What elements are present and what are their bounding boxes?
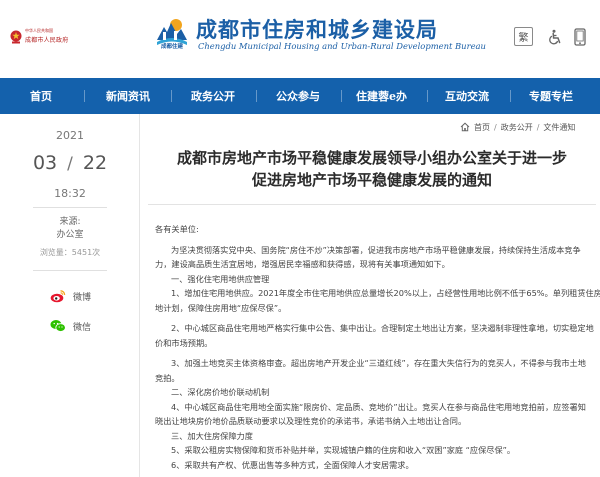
main-nav: 首页 新闻资讯 政务公开 公众参与 住建蓉e办 互动交流 专题专栏	[0, 78, 600, 114]
paragraph: 晓出让地块房价地价品质联动要求以及理性竞价的承诺书，承诺书纳入土地出让合同。	[155, 416, 467, 426]
gov-name-small: 中华人民共和国	[25, 28, 53, 33]
paragraph: 5、采取公租房实物保障和货币补贴并举，实现城镇户籍的住房和收入“双困”家庭 “应…	[171, 445, 516, 455]
date-slash: /	[67, 154, 73, 174]
nav-divider	[510, 90, 511, 102]
article-title: 成都市房地产市场平稳健康发展领导小组办公室关于进一步 促进房地产市场平稳健康发展…	[148, 147, 596, 191]
mobile-phone-icon	[573, 27, 586, 46]
share-wechat-button[interactable]: 微信	[50, 319, 91, 333]
section-heading: 二、深化房价地价联动机制	[171, 387, 270, 397]
view-count: 浏览量：5451次	[39, 248, 101, 257]
breadcrumb: 首页 / 政务公开 / 文件通知	[460, 121, 575, 133]
article-title-line: 成都市房地产市场平稳健康发展领导小组办公室关于进一步	[176, 149, 567, 167]
paragraph: 为坚决贯彻落实党中央、国务院“房住不炒”决策部署，促进我市房地产市场平稳健康发展…	[171, 244, 581, 255]
section-heading: 一、强化住宅用地供应管理	[171, 273, 270, 284]
nav-interaction[interactable]: 互动交流	[445, 78, 489, 114]
divider	[33, 270, 107, 271]
source-value: 办公室	[56, 230, 84, 240]
breadcrumb-current[interactable]: 文件通知	[543, 122, 575, 133]
breadcrumb-separator: /	[494, 122, 497, 132]
paragraph: 竞拍。	[155, 372, 180, 383]
share-weibo-label: 微博	[73, 292, 92, 303]
home-icon[interactable]	[460, 122, 470, 132]
national-emblem-icon	[10, 30, 22, 44]
nav-e-service[interactable]: 住建蓉e办	[356, 78, 407, 114]
article-title-line: 促进房地产市场平稳健康发展的通知	[251, 171, 492, 189]
section-heading: 三、加大住房保障力度	[171, 430, 253, 441]
breadcrumb-section[interactable]: 政务公开	[501, 122, 533, 133]
accessibility-button[interactable]	[545, 27, 564, 46]
divider	[33, 207, 107, 208]
mobile-version-button[interactable]	[570, 27, 589, 46]
nav-home[interactable]: 首页	[30, 78, 52, 114]
bureau-name-en: Chengdu Municipal Housing and Urban-Rura…	[198, 41, 486, 51]
paragraph: 地计划，保障住房用地“应保尽保”。	[155, 302, 287, 313]
paragraph: 1、增加住宅用地供应。2021年度全市住宅用地供应总量增长20%以上，占经营性用…	[171, 288, 600, 298]
bureau-logo-text: 成都住建	[160, 44, 183, 50]
article-body: 各有关单位: 为坚决贯彻落实党中央、国务院“房住不炒”决策部署，促进我市房地产市…	[155, 222, 600, 472]
nav-special-topics[interactable]: 专题专栏	[529, 78, 573, 114]
salutation: 各有关单位:	[155, 224, 199, 234]
traditional-chinese-button[interactable]: 繁	[514, 27, 533, 46]
publish-month: 03	[32, 152, 58, 174]
paragraph: 价和市场预期。	[155, 337, 213, 348]
paragraph: 6、采取共有产权、优惠出售等多种方式，全面保障人才安居需求。	[171, 459, 414, 470]
weibo-icon	[50, 290, 66, 303]
publish-year: 2021	[56, 129, 84, 142]
share-weibo-button[interactable]: 微博	[50, 289, 91, 303]
article-info-sidebar: 2021 03 / 22 18:32 来源: 办公室 浏览量：5451次 微博 微信	[0, 114, 140, 477]
bureau-name: 成都市住房和城乡建设局	[196, 17, 438, 42]
publish-day: 22	[82, 152, 108, 174]
gov-name: 成都市人民政府	[25, 37, 69, 44]
nav-divider	[256, 90, 257, 102]
publish-time: 18:32	[54, 187, 86, 200]
share-wechat-label: 微信	[73, 322, 92, 333]
nav-divider	[427, 90, 428, 102]
site-header: 中华人民共和国 成都市人民政府 成都住建 成都市住房和城乡建设局 Chengdu…	[0, 0, 600, 78]
gov-logo[interactable]: 中华人民共和国 成都市人民政府	[10, 28, 72, 50]
nav-divider	[341, 90, 342, 102]
paragraph: 3、加强土地竞买主体资格审查。超出房地产开发企业“三道红线”，存在重大失信行为的…	[171, 358, 586, 368]
title-divider	[148, 204, 596, 205]
paragraph: 2、中心城区商品住宅用地严格实行集中公告、集中出让。合理制定土地出让方案，坚决遏…	[171, 323, 594, 333]
wheelchair-icon	[548, 29, 560, 44]
publish-date: 03 / 22	[0, 152, 140, 174]
nav-gov-affairs[interactable]: 政务公开	[191, 78, 235, 114]
nav-divider	[171, 90, 172, 102]
wechat-icon	[50, 320, 66, 332]
nav-divider	[84, 90, 85, 102]
breadcrumb-separator: /	[536, 122, 540, 132]
source-label: 来源:	[59, 217, 81, 227]
paragraph: 力，建设高品质生活宜居地，增强居民幸福感和获得感，现将有关事项通知如下。	[155, 259, 450, 269]
paragraph: 4、中心城区商品住宅用地全面实施“限房价、定品质、竞地价”出让。竞买人在参与商品…	[171, 401, 586, 412]
breadcrumb-home[interactable]: 首页	[474, 122, 490, 133]
nav-news[interactable]: 新闻资讯	[106, 78, 150, 114]
nav-public-participation[interactable]: 公众参与	[276, 78, 320, 114]
